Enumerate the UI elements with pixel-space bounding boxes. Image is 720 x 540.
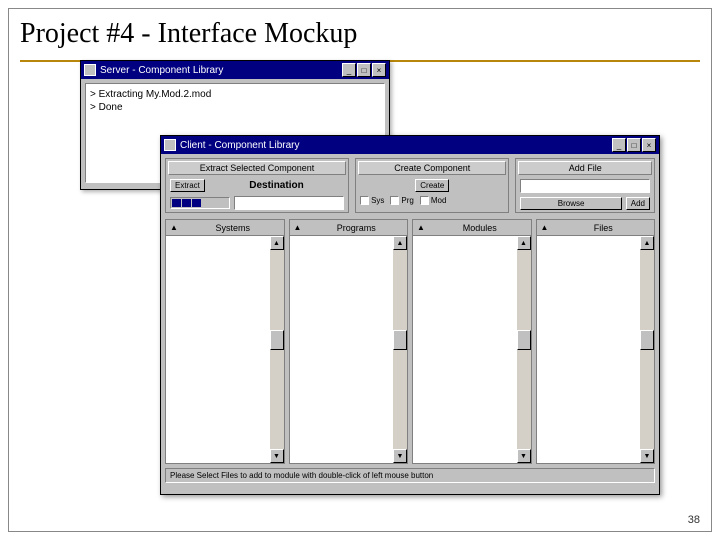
prg-checkbox[interactable] — [390, 196, 399, 205]
log-line: > Done — [90, 101, 380, 114]
log-line: > Extracting My.Mod.2.mod — [90, 88, 380, 101]
sort-up-icon[interactable]: ▲ — [537, 223, 553, 232]
extract-section-label: Extract Selected Component — [168, 161, 346, 175]
programs-column: ▲ Programs ▲ ▼ — [289, 219, 409, 464]
server-titlebar[interactable]: Server - Component Library _ □ × — [81, 61, 389, 79]
files-list[interactable]: ▲ ▼ — [537, 236, 655, 463]
app-icon — [84, 64, 96, 76]
maximize-button[interactable]: □ — [357, 63, 371, 77]
create-section-label: Create Component — [358, 161, 506, 175]
extract-section: Extract Selected Component Extract Desti… — [165, 158, 349, 213]
create-section: Create Component Create Sys Prg Mod — [355, 158, 509, 213]
systems-col-title: Systems — [182, 223, 284, 233]
scrollbar[interactable]: ▲ ▼ — [393, 236, 407, 463]
destination-label: Destination — [209, 180, 344, 191]
file-path-field[interactable] — [520, 179, 650, 193]
mod-checkbox[interactable] — [420, 196, 429, 205]
server-window-title: Server - Component Library — [100, 65, 342, 76]
close-button[interactable]: × — [372, 63, 386, 77]
modules-column: ▲ Modules ▲ ▼ — [412, 219, 532, 464]
scrollbar[interactable]: ▲ ▼ — [270, 236, 284, 463]
scroll-down-icon[interactable]: ▼ — [640, 449, 654, 463]
browse-button[interactable]: Browse — [520, 197, 621, 210]
create-button[interactable]: Create — [415, 179, 449, 192]
scroll-up-icon[interactable]: ▲ — [270, 236, 284, 250]
scroll-down-icon[interactable]: ▼ — [270, 449, 284, 463]
client-window-title: Client - Component Library — [180, 140, 612, 151]
columns-container: ▲ Systems ▲ ▼ ▲ Programs — [165, 219, 655, 464]
files-col-title: Files — [553, 223, 655, 233]
scroll-thumb[interactable] — [393, 330, 407, 350]
programs-list[interactable]: ▲ ▼ — [290, 236, 408, 463]
sort-up-icon[interactable]: ▲ — [290, 223, 306, 232]
scroll-up-icon[interactable]: ▲ — [517, 236, 531, 250]
modules-list[interactable]: ▲ ▼ — [413, 236, 531, 463]
scroll-thumb[interactable] — [270, 330, 284, 350]
destination-field[interactable] — [234, 196, 344, 210]
title-bar: Project #4 - Interface Mockup — [20, 10, 700, 62]
programs-col-title: Programs — [306, 223, 408, 233]
scrollbar[interactable]: ▲ ▼ — [517, 236, 531, 463]
add-file-section-label: Add File — [518, 161, 652, 175]
sys-checkbox[interactable] — [360, 196, 369, 205]
client-window: Client - Component Library _ □ × Extract… — [160, 135, 660, 495]
add-file-section: Add File Browse Add — [515, 158, 655, 213]
scroll-down-icon[interactable]: ▼ — [393, 449, 407, 463]
sys-label: Sys — [371, 196, 384, 205]
client-titlebar[interactable]: Client - Component Library _ □ × — [161, 136, 659, 154]
systems-column: ▲ Systems ▲ ▼ — [165, 219, 285, 464]
scroll-up-icon[interactable]: ▲ — [640, 236, 654, 250]
mod-label: Mod — [431, 196, 447, 205]
page-number: 38 — [688, 514, 700, 526]
minimize-button[interactable]: _ — [612, 138, 626, 152]
prg-label: Prg — [401, 196, 413, 205]
status-bar: Please Select Files to add to module wit… — [165, 468, 655, 483]
app-icon — [164, 139, 176, 151]
scroll-down-icon[interactable]: ▼ — [517, 449, 531, 463]
scroll-thumb[interactable] — [640, 330, 654, 350]
minimize-button[interactable]: _ — [342, 63, 356, 77]
extract-button[interactable]: Extract — [170, 179, 205, 192]
add-button[interactable]: Add — [626, 197, 650, 210]
top-sections: Extract Selected Component Extract Desti… — [165, 158, 655, 213]
close-button[interactable]: × — [642, 138, 656, 152]
scroll-up-icon[interactable]: ▲ — [393, 236, 407, 250]
systems-list[interactable]: ▲ ▼ — [166, 236, 284, 463]
maximize-button[interactable]: □ — [627, 138, 641, 152]
type-checks: Sys Prg Mod — [358, 196, 506, 205]
modules-col-title: Modules — [429, 223, 531, 233]
scroll-thumb[interactable] — [517, 330, 531, 350]
progress-bar — [170, 197, 230, 209]
sort-up-icon[interactable]: ▲ — [413, 223, 429, 232]
sort-up-icon[interactable]: ▲ — [166, 223, 182, 232]
scrollbar[interactable]: ▲ ▼ — [640, 236, 654, 463]
files-column: ▲ Files ▲ ▼ — [536, 219, 656, 464]
slide-title: Project #4 - Interface Mockup — [20, 10, 700, 58]
